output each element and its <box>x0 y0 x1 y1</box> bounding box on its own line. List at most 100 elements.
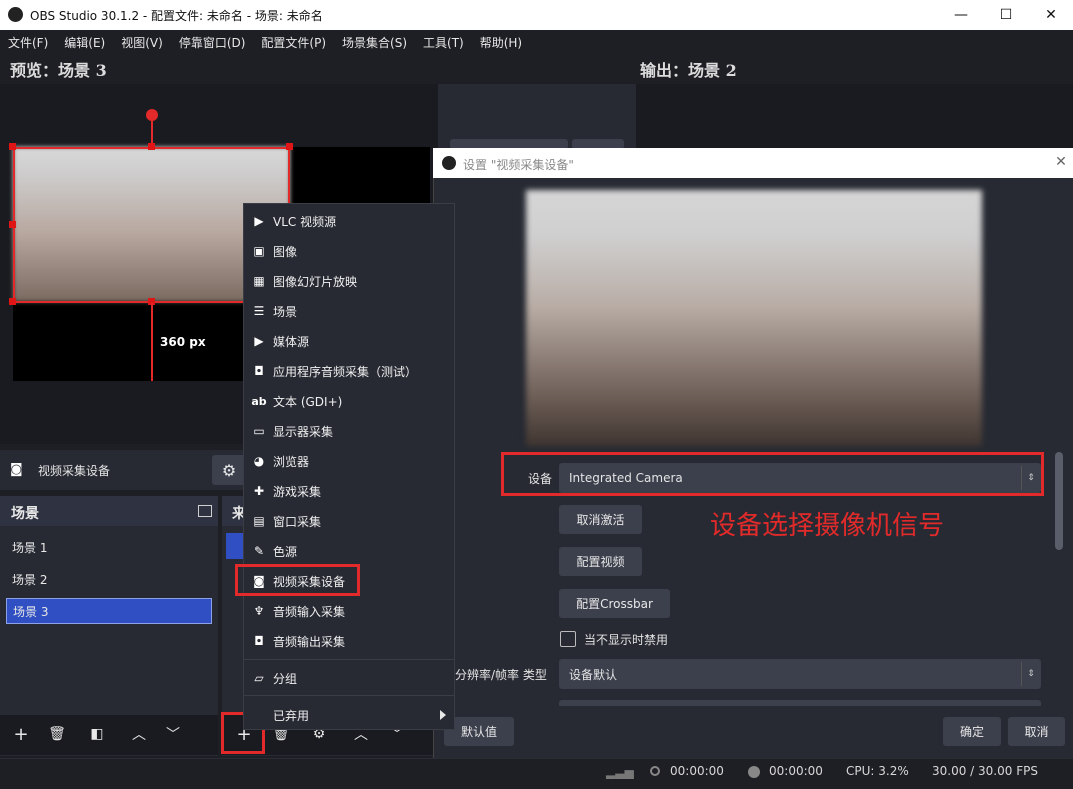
configure-video-button[interactable]: 配置视频 <box>559 547 642 576</box>
record-time: 00:00:00 <box>769 764 823 778</box>
stream-time: 00:00:00 <box>670 764 724 778</box>
menu-item-browser[interactable]: ◕ 浏览器 <box>244 446 456 476</box>
deactivate-button[interactable]: 取消激活 <box>559 505 642 534</box>
scene-filters-icon[interactable]: ◧ <box>82 721 112 747</box>
configure-crossbar-button[interactable]: 配置Crossbar <box>559 589 670 618</box>
globe-icon: ◕ <box>253 454 265 468</box>
folder-icon: ▱ <box>254 671 264 685</box>
menu-profile[interactable]: 配置文件(P) <box>253 34 334 51</box>
menu-item-group[interactable]: ▱ 分组 <box>244 663 456 693</box>
deactivate-when-hidden-checkbox[interactable] <box>560 631 576 647</box>
brush-icon: ✎ <box>253 544 265 558</box>
dialog-title: 设置 "视频采集设备" <box>463 158 574 172</box>
play-icon: ▶ <box>254 214 264 228</box>
checkbox-label: 当不显示时禁用 <box>584 633 669 647</box>
play-icon: ▶ <box>254 334 264 348</box>
menu-item-window-capture[interactable]: ▤ 窗口采集 <box>244 506 456 536</box>
annotation-text: 设备选择摄像机信号 <box>710 511 945 541</box>
move-scene-down-icon[interactable]: ﹀ <box>158 721 188 747</box>
menu-view[interactable]: 视图(V) <box>113 34 171 51</box>
window-title: OBS Studio 30.1.2 - 配置文件: 未命名 - 场景: 未命名 <box>30 9 323 23</box>
record-status-icon <box>748 766 760 778</box>
menu-item-display-capture[interactable]: ▭ 显示器采集 <box>244 416 456 446</box>
add-source-context-menu: ▶ VLC 视频源 ▣ 图像 ▦ 图像幻灯片放映 ☰ 场景 ▶ 媒体源 ◘ 应用程序音频采集… <box>243 203 455 730</box>
menu-item-audio-input-capture[interactable]: ♆ 音频输入采集 <box>244 596 456 626</box>
scene-item-selected[interactable]: 场景 3 <box>6 598 212 624</box>
resolution-type-select[interactable]: 设备默认 <box>559 659 1041 689</box>
image-icon: ▣ <box>253 244 265 258</box>
menu-tools[interactable]: 工具(T) <box>415 34 472 51</box>
undock-icon[interactable] <box>198 505 212 517</box>
camera-preview-image <box>526 190 982 446</box>
resize-handle-l[interactable] <box>9 221 16 228</box>
remove-scene-trash-icon[interactable]: 🗑 <box>42 721 72 747</box>
move-scene-up-icon[interactable]: ︿ <box>124 721 154 747</box>
menu-docks[interactable]: 停靠窗口(D) <box>171 34 254 51</box>
menu-item-image-slideshow[interactable]: ▦ 图像幻灯片放映 <box>244 266 456 296</box>
network-signal-icon: ▂▃▅ <box>606 765 634 779</box>
speaker-icon: ◘ <box>254 634 264 648</box>
menu-item-image[interactable]: ▣ 图像 <box>244 236 456 266</box>
preview-label: 预览：场景 3 <box>10 61 107 80</box>
menu-separator <box>244 659 454 660</box>
select-arrows-icon[interactable]: ⇕ <box>1021 662 1040 686</box>
menu-item-app-audio-capture[interactable]: ◘ 应用程序音频采集（测试） <box>244 356 456 386</box>
menu-bar: 文件(F) 编辑(E) 视图(V) 停靠窗口(D) 配置文件(P) 场景集合(S… <box>0 30 1073 54</box>
menu-item-scene[interactable]: ☰ 场景 <box>244 296 456 326</box>
menu-item-text-gdi[interactable]: ab 文本 (GDI+) <box>244 386 456 416</box>
menu-item-audio-output-capture[interactable]: ◘ 音频输出采集 <box>244 626 456 656</box>
menu-item-deprecated[interactable]: 已弃用 <box>244 700 456 730</box>
dialog-scrollbar[interactable] <box>1055 452 1063 550</box>
minimize-button[interactable]: — <box>938 0 984 30</box>
menu-help[interactable]: 帮助(H) <box>472 34 530 51</box>
dialog-close-icon[interactable]: ✕ <box>1052 152 1070 172</box>
menu-separator <box>244 695 454 696</box>
text-icon: ab <box>251 394 267 408</box>
microphone-icon: ♆ <box>253 604 265 618</box>
menu-item-media-source[interactable]: ▶ 媒体源 <box>244 326 456 356</box>
maximize-button[interactable]: ☐ <box>983 0 1029 30</box>
scene-item[interactable]: 场景 2 <box>6 566 212 592</box>
next-field-partial <box>559 700 1041 706</box>
add-scene-button[interactable]: + <box>6 721 36 747</box>
menu-item-color-source[interactable]: ✎ 色源 <box>244 536 456 566</box>
cpu-usage: CPU: 3.2% <box>846 764 909 778</box>
menu-item-game-capture[interactable]: ✚ 游戏采集 <box>244 476 456 506</box>
source-name: 视频采集设备 <box>38 464 111 478</box>
speaker-icon: ◘ <box>254 364 264 378</box>
source-properties-gear-icon[interactable]: ⚙ <box>212 455 246 485</box>
ok-button[interactable]: 确定 <box>943 717 1001 746</box>
submenu-arrow-icon <box>440 710 446 720</box>
menu-edit[interactable]: 编辑(E) <box>56 34 113 51</box>
menu-item-vlc-source[interactable]: ▶ VLC 视频源 <box>244 206 456 236</box>
program-panel <box>636 84 1073 150</box>
monitor-icon: ▭ <box>253 424 265 438</box>
resize-handle-t[interactable] <box>148 143 155 150</box>
distance-label: 360 px <box>160 335 206 349</box>
resize-handle-bl[interactable] <box>9 298 16 305</box>
slideshow-icon: ▦ <box>253 274 265 288</box>
resize-handle-tl[interactable] <box>9 143 16 150</box>
resolution-type-label: 分辨率/帧率 类型 <box>455 668 547 682</box>
resize-handle-tr[interactable] <box>286 143 293 150</box>
scene-item[interactable]: 场景 1 <box>6 534 212 560</box>
obs-logo-icon <box>8 7 23 22</box>
list-icon: ☰ <box>253 304 265 318</box>
video-capture-highlight <box>235 564 360 596</box>
cancel-button[interactable]: 取消 <box>1008 717 1065 746</box>
gamepad-icon: ✚ <box>253 484 265 498</box>
rotation-handle[interactable] <box>146 109 158 121</box>
program-label: 输出：场景 2 <box>640 61 737 80</box>
menu-scene-collection[interactable]: 场景集合(S) <box>334 34 415 51</box>
camera-icon: ◙ <box>10 462 23 477</box>
stream-status-icon <box>650 766 660 776</box>
menu-file[interactable]: 文件(F) <box>0 34 56 51</box>
status-bar <box>0 758 1073 789</box>
fps-display: 30.00 / 30.00 FPS <box>932 764 1038 778</box>
distance-guide-line <box>151 303 153 381</box>
close-button[interactable]: ✕ <box>1028 0 1073 30</box>
obs-logo-icon <box>442 156 456 170</box>
title-bar: OBS Studio 30.1.2 - 配置文件: 未命名 - 场景: 未命名 … <box>0 0 1073 30</box>
scenes-title: 场景 <box>11 506 39 522</box>
window-icon: ▤ <box>253 514 265 528</box>
